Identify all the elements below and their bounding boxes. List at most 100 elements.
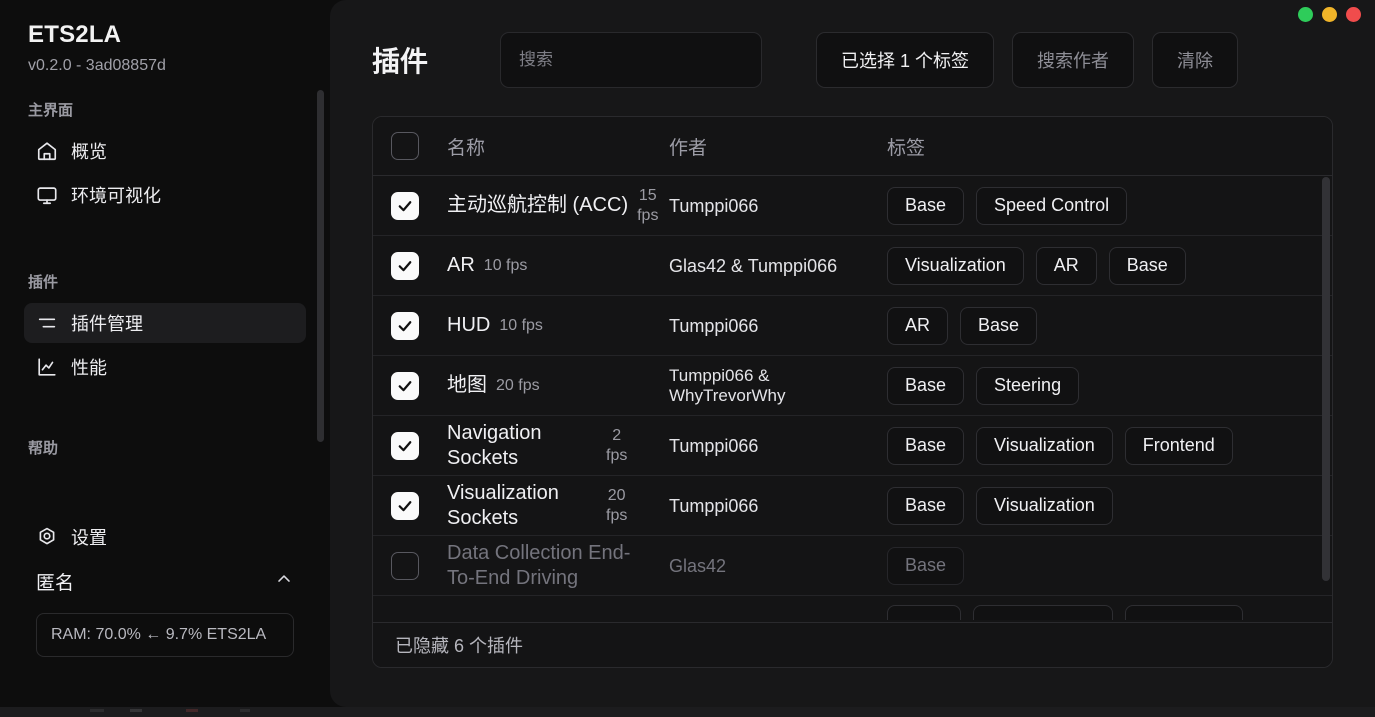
- table-footer: 已隐藏 6 个插件: [373, 622, 1332, 667]
- row-checkbox[interactable]: [391, 551, 419, 580]
- plugin-name-cell: Data Collection End-To-End Driving: [447, 541, 669, 591]
- table-row[interactable]: Data Collection End-To-End Driving Glas4…: [373, 536, 1332, 596]
- tag-pill[interactable]: Base: [887, 366, 965, 405]
- tag-pill[interactable]: Speed Control: [976, 186, 1128, 225]
- main-panel: 插件 已选择 1 个标签 搜索作者 清除 名称 作者 标签: [330, 0, 1375, 707]
- table-row[interactable]: HUD 10 fps Tumppi066 AR Base: [373, 296, 1332, 356]
- chart-icon: [36, 356, 58, 378]
- gear-icon: [36, 526, 58, 548]
- chevron-up-icon[interactable]: [274, 569, 294, 594]
- row-select-cell: [391, 551, 447, 580]
- sidebar-item-plugin-manager[interactable]: 插件管理: [24, 303, 306, 343]
- app-title: ETS2LA: [28, 21, 122, 48]
- plugins-table: 名称 作者 标签 主动巡航控制 (ACC) 15 fps Tumppi066 B…: [372, 116, 1333, 668]
- tag-pill[interactable]: Base: [887, 186, 965, 225]
- table-scrollbar[interactable]: [1322, 177, 1330, 581]
- sidebar-item-performance[interactable]: 性能: [24, 347, 306, 387]
- table-row[interactable]: Visualization Sockets 20 fps Tumppi066 B…: [373, 476, 1332, 536]
- sidebar-item-settings[interactable]: 设置: [24, 517, 306, 557]
- plugin-author: Glas42 & Tumppi066: [669, 255, 838, 276]
- sidebar-item-label: 插件管理: [71, 314, 143, 334]
- author-filter-button[interactable]: 搜索作者: [1012, 32, 1135, 88]
- sidebar-item-label: 性能: [71, 358, 107, 378]
- row-select-cell: [391, 311, 447, 340]
- ram-status-box: RAM: 70.0% ← 9.7% ETS2LA: [36, 613, 294, 657]
- sidebar-item-overview[interactable]: 概览: [24, 131, 306, 171]
- tag-pill[interactable]: Visualization: [887, 246, 1024, 285]
- tag-pill[interactable]: AR: [1035, 246, 1097, 285]
- column-header-tags[interactable]: 标签: [887, 133, 1332, 160]
- select-all-checkbox[interactable]: [391, 132, 419, 160]
- plugin-tags-cell: Base: [887, 546, 1332, 585]
- table-row[interactable]: AR 10 fps Glas42 & Tumppi066 Visualizati…: [373, 236, 1332, 296]
- monitor-icon: [36, 184, 58, 206]
- tag-pill[interactable]: Base: [887, 546, 965, 585]
- tag-pill[interactable]: Visualization: [976, 486, 1113, 525]
- plugin-name-cell: Visualization Sockets 20 fps: [447, 481, 669, 531]
- tag-pill[interactable]: [887, 605, 961, 620]
- application-window: ETS2LA v0.2.0 - 3ad08857d 主界面 概览 环境可视化 插…: [0, 0, 1375, 707]
- tag-filter-button[interactable]: 已选择 1 个标签: [816, 32, 995, 88]
- tag-pill[interactable]: Base: [960, 306, 1038, 345]
- plugin-name: 主动巡航控制 (ACC): [447, 194, 629, 216]
- plugin-author: Tumppi066: [669, 315, 759, 336]
- minimize-button[interactable]: [1298, 7, 1313, 22]
- tag-pill[interactable]: Frontend: [1124, 426, 1233, 465]
- tag-pill[interactable]: AR: [887, 306, 949, 345]
- brand-block: ETS2LA v0.2.0 - 3ad08857d: [0, 0, 330, 77]
- sidebar-item-visualization[interactable]: 环境可视化: [24, 175, 306, 215]
- table-row[interactable]: 主动巡航控制 (ACC) 15 fps Tumppi066 Base Speed…: [373, 176, 1332, 236]
- tag-pill[interactable]: [973, 605, 1113, 620]
- plugin-tags-cell: Base Visualization: [887, 486, 1332, 525]
- tag-pill[interactable]: Base: [887, 426, 965, 465]
- plugin-fps: 15 fps: [637, 186, 659, 224]
- plugin-tags-cell: [887, 605, 1332, 620]
- sidebar-scrollbar[interactable]: [317, 90, 324, 442]
- plugin-name-cell: AR 10 fps: [447, 253, 669, 278]
- page-header: 插件 已选择 1 个标签 搜索作者 清除: [330, 0, 1375, 94]
- row-checkbox[interactable]: [391, 311, 419, 340]
- sidebar-item-label: 设置: [71, 528, 107, 548]
- plugin-fps: 20 fps: [606, 486, 628, 524]
- table-header-row: 名称 作者 标签: [373, 117, 1332, 176]
- tag-pill[interactable]: Base: [887, 486, 965, 525]
- row-checkbox[interactable]: [391, 251, 419, 280]
- column-header-name[interactable]: 名称: [447, 133, 669, 160]
- plugin-author: Tumppi066: [669, 435, 759, 456]
- row-select-cell: [391, 431, 447, 460]
- maximize-button[interactable]: [1322, 7, 1337, 22]
- desktop-taskbar-strip: [0, 707, 1375, 717]
- window-controls: [1298, 7, 1361, 22]
- page-title: 插件: [372, 46, 429, 77]
- table-row[interactable]: Navigation Sockets 2 fps Tumppi066 Base …: [373, 416, 1332, 476]
- app-root: ETS2LA v0.2.0 - 3ad08857d 主界面 概览 环境可视化 插…: [0, 0, 1375, 717]
- account-label: 匿名: [36, 572, 75, 594]
- plugin-name-cell: 主动巡航控制 (ACC) 15 fps: [447, 186, 669, 226]
- tag-pill[interactable]: [1125, 605, 1243, 620]
- row-checkbox[interactable]: [391, 491, 419, 520]
- account-collapse-row[interactable]: 匿名: [24, 561, 306, 601]
- table-row[interactable]: 地图 20 fps Tumppi066 & WhyTrevorWhy Base …: [373, 356, 1332, 416]
- row-select-cell: [391, 371, 447, 400]
- sidebar: ETS2LA v0.2.0 - 3ad08857d 主界面 概览 环境可视化 插…: [0, 0, 330, 707]
- tag-pill[interactable]: Visualization: [976, 426, 1113, 465]
- close-button[interactable]: [1346, 7, 1361, 22]
- select-all-cell: [391, 132, 447, 160]
- row-select-cell: [391, 251, 447, 280]
- row-checkbox[interactable]: [391, 191, 419, 220]
- row-checkbox[interactable]: [391, 371, 419, 400]
- plugin-name: 地图: [447, 374, 487, 396]
- column-header-author[interactable]: 作者: [669, 133, 887, 160]
- plugin-name: Navigation Sockets: [447, 421, 542, 469]
- clear-filters-button[interactable]: 清除: [1152, 32, 1239, 88]
- tag-pill[interactable]: Base: [1108, 246, 1186, 285]
- row-select-cell: [391, 191, 447, 220]
- table-row[interactable]: [373, 596, 1332, 620]
- tag-pill[interactable]: Steering: [976, 366, 1080, 405]
- plugin-author: Tumppi066: [669, 195, 759, 216]
- plugin-name: HUD: [447, 314, 491, 336]
- app-version: v0.2.0 - 3ad08857d: [28, 57, 166, 74]
- row-checkbox[interactable]: [391, 431, 419, 460]
- search-input[interactable]: [500, 32, 762, 88]
